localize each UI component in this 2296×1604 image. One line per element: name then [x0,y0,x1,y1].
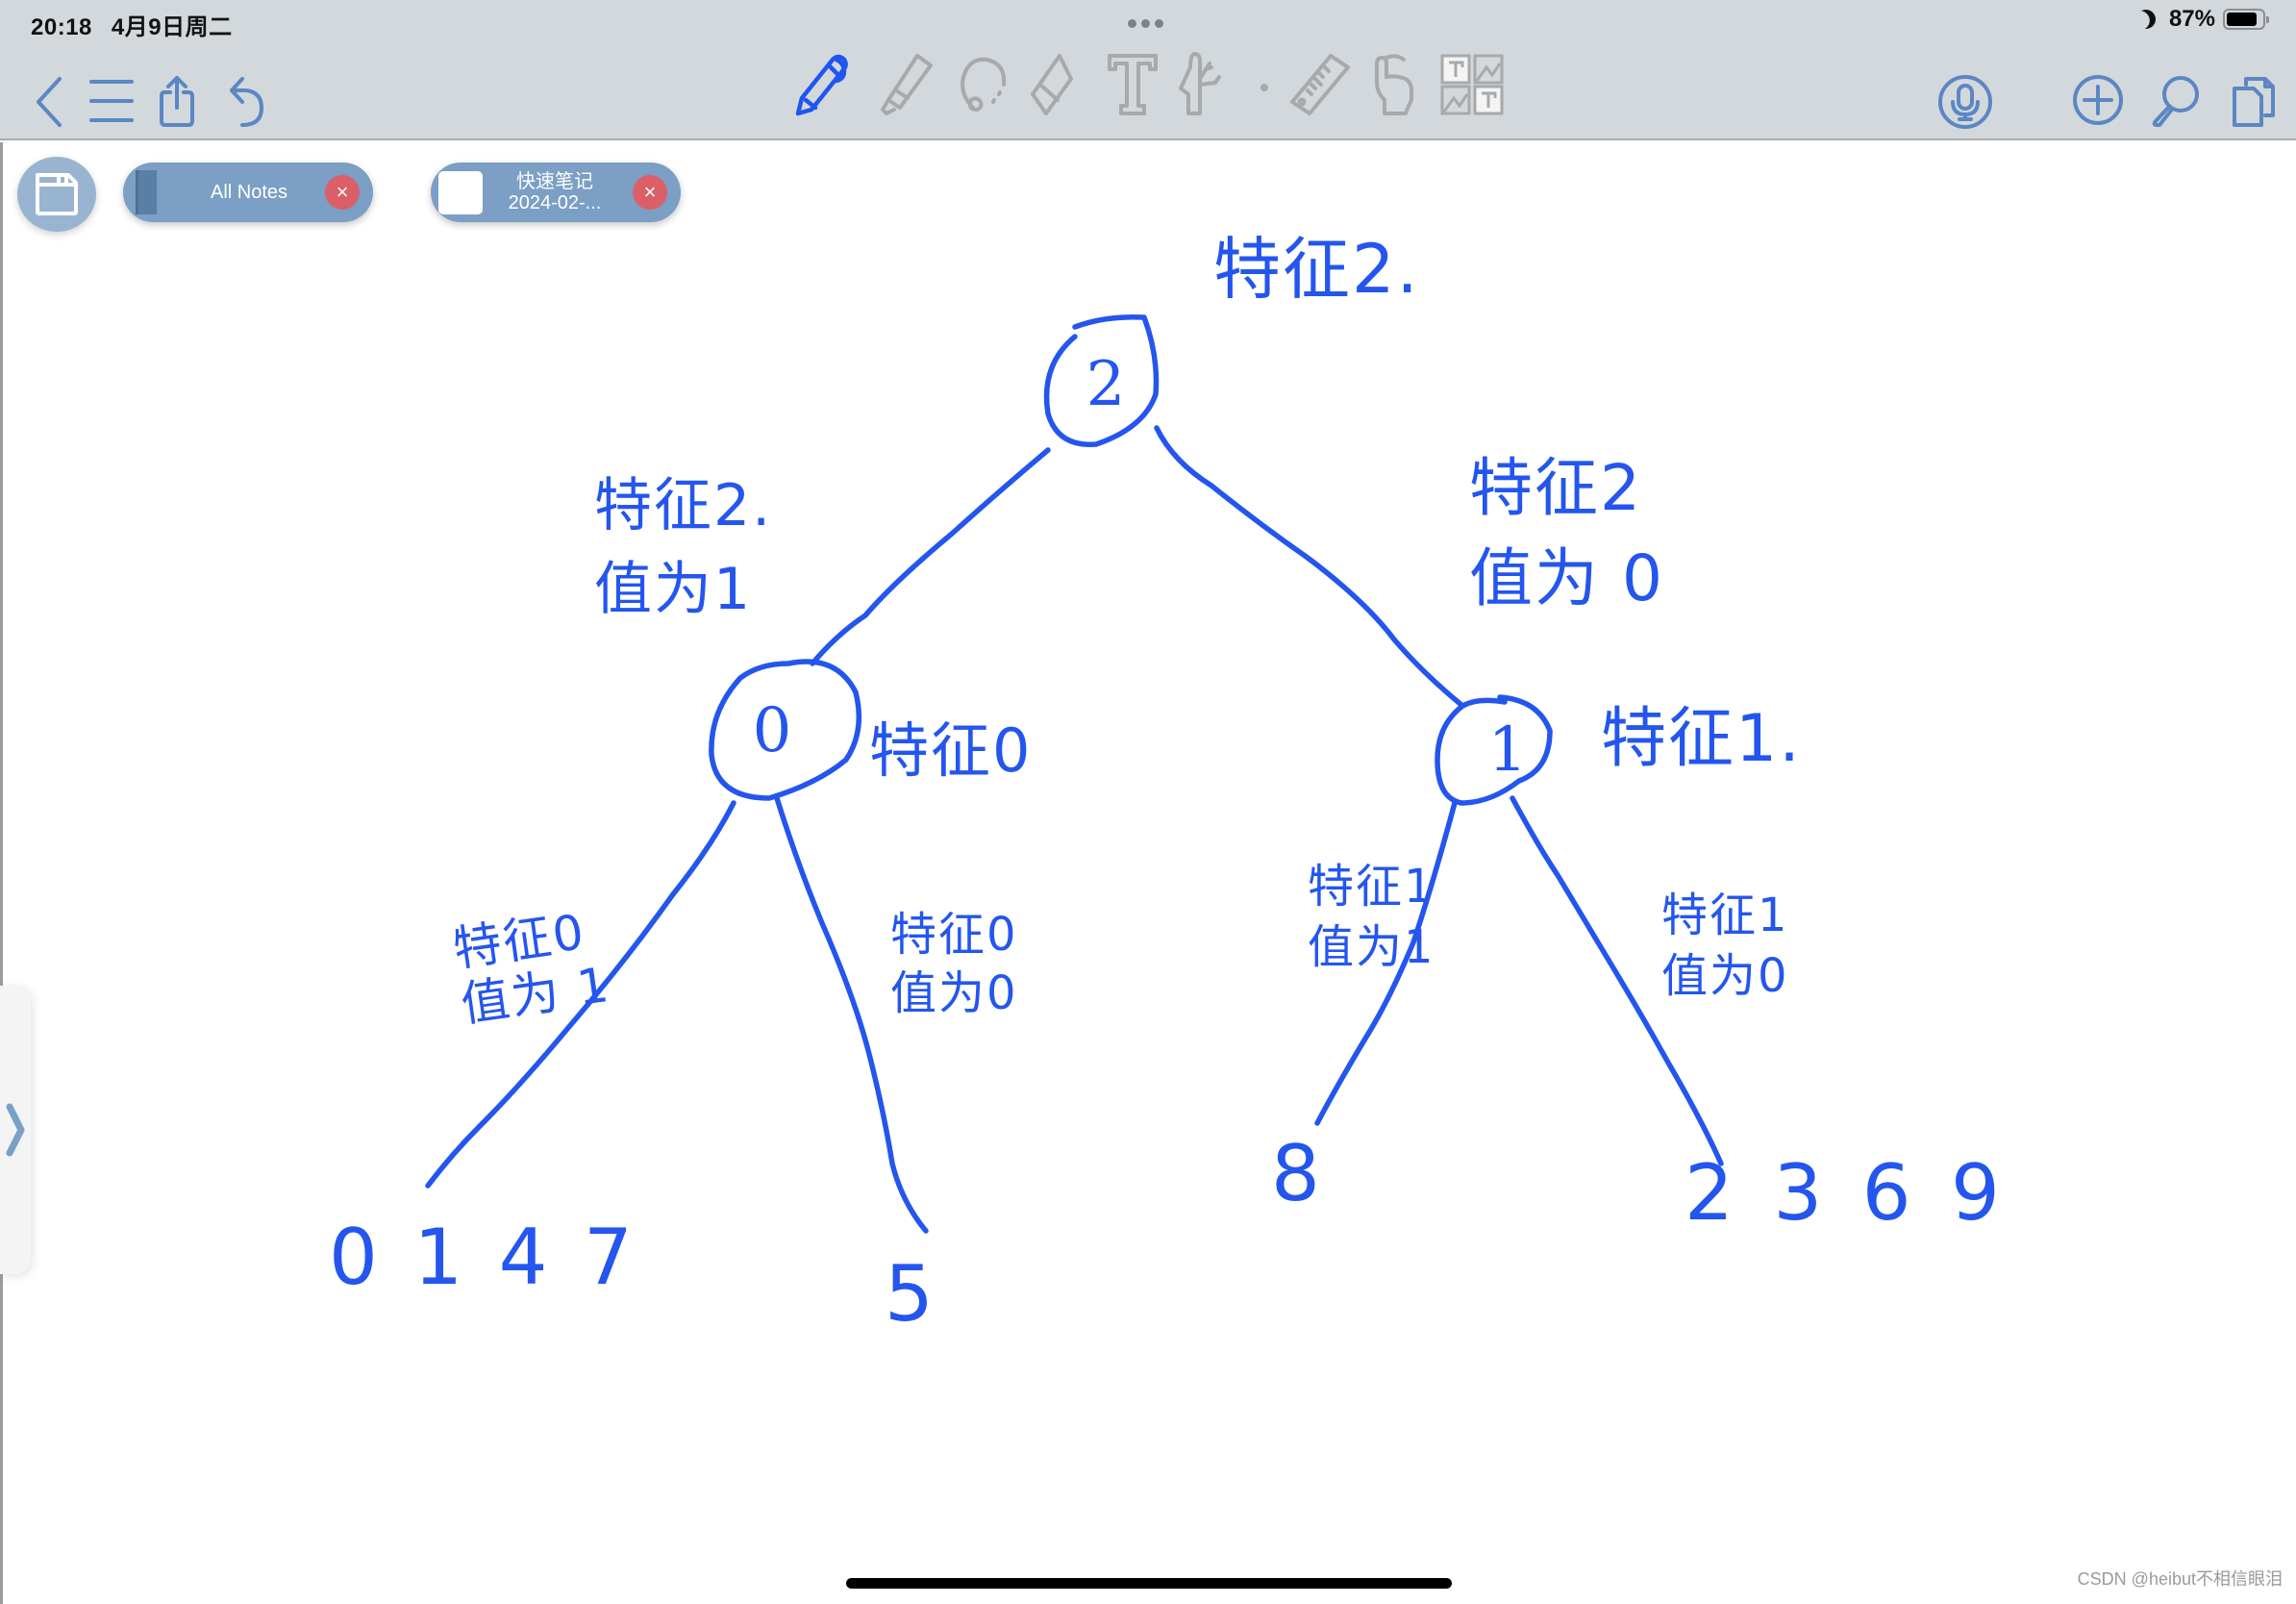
edge-label-line2: 值为0 [890,966,1018,1021]
eraser-icon[interactable] [1031,54,1073,115]
menu-list-icon[interactable] [89,79,134,123]
edge-label: 特征1 值为1 [1308,860,1435,975]
edge-label: 特征2 值为 0 [1469,452,1664,615]
edge-label-line1: 特征1 [1661,889,1789,942]
tab-label: 快速笔记 2024-02-... [492,171,617,213]
moon-icon [2133,6,2159,32]
edge-label: 特征0 值为0 [890,908,1018,1021]
edge-label-line1: 特征2 [1469,451,1642,525]
battery-icon [2223,9,2269,30]
text-tool-icon[interactable] [1108,54,1158,115]
node-root-annotation: 特征2. [1213,230,1420,309]
edge-label-line1: 特征2. [594,472,773,539]
share-icon[interactable] [160,75,194,127]
edge-label-line1: 特征0 [890,908,1018,962]
tab-subtitle: 2024-02-... [508,192,602,213]
edge-label-line2: 值为1 [1308,920,1435,975]
pen-icon[interactable] [794,52,861,116]
tab-quick-note[interactable]: 快速笔记 2024-02-... × [431,163,681,222]
tab-title: 快速笔记 [516,171,593,192]
note-canvas[interactable] [0,142,2296,1604]
tab-label: All Notes [210,182,288,203]
battery-percent: 87% [2168,6,2215,32]
multitool-icon[interactable] [1177,52,1225,115]
node-left-annotation: 特征0 [869,715,1033,786]
edge-label-line2: 值为 0 [1469,540,1664,615]
folder-icon [36,173,78,215]
undo-icon[interactable] [229,77,265,127]
status-date: 4月9日周二 [111,14,233,40]
node-left-label: 0 [752,695,792,766]
battery-level [2227,13,2258,26]
add-page-icon[interactable] [2073,75,2123,125]
separator-dot-icon [1260,83,1269,92]
lasso-icon[interactable] [958,56,1011,115]
status-bar-right: 87% [2133,6,2269,33]
leaf-0147: 0 1 4 7 [329,1213,638,1302]
hand-pointer-icon[interactable] [1373,52,1419,115]
watermark: CSDN @heibut不相信眼泪 [2077,1569,2283,1589]
close-tab-button[interactable]: × [633,175,667,210]
search-icon[interactable] [2150,75,2200,127]
notebook-icon [136,170,157,214]
leaf-5: 5 [885,1249,936,1339]
ruler-icon[interactable] [1290,54,1350,115]
chevron-right-icon [6,1103,25,1157]
status-bar-datetime: 20:18 4月9日周二 [31,8,252,41]
leaf-2369: 2 3 6 9 [1685,1148,2008,1238]
library-button[interactable] [17,157,96,232]
tab-all-notes[interactable]: All Notes × [123,163,373,222]
pages-icon[interactable] [2233,77,2275,127]
edge-label: 特征2. 值为1 [594,473,772,623]
node-root-label: 2 [1086,349,1126,420]
sidebar-toggle-handle[interactable] [0,986,31,1274]
edge-label-line1: 特征1 [1308,860,1435,914]
home-indicator[interactable] [846,1578,1452,1589]
close-tab-button[interactable]: × [325,175,360,210]
edge-label: 特征1 值为0 [1661,889,1789,1004]
page-thumbnail [438,171,483,214]
image-text-icon[interactable] [1440,54,1504,115]
top-toolbar: 20:18 4月9日周二 87% [0,0,2296,140]
edge-label-line2: 值为1 [594,556,753,623]
edge-label-line2: 值为0 [1661,949,1789,1004]
highlighter-icon[interactable] [877,54,935,115]
status-time: 20:18 [31,14,92,40]
microphone-icon[interactable] [1938,75,1992,129]
edge-label: 特征0 值为 1 [450,902,613,1033]
node-right-label: 1 [1487,714,1528,786]
back-chevron-icon[interactable] [35,77,63,127]
node-right-annotation: 特征1. [1601,701,1802,777]
multitasking-dots-icon[interactable] [1128,19,1163,28]
leaf-8: 8 [1271,1129,1322,1218]
